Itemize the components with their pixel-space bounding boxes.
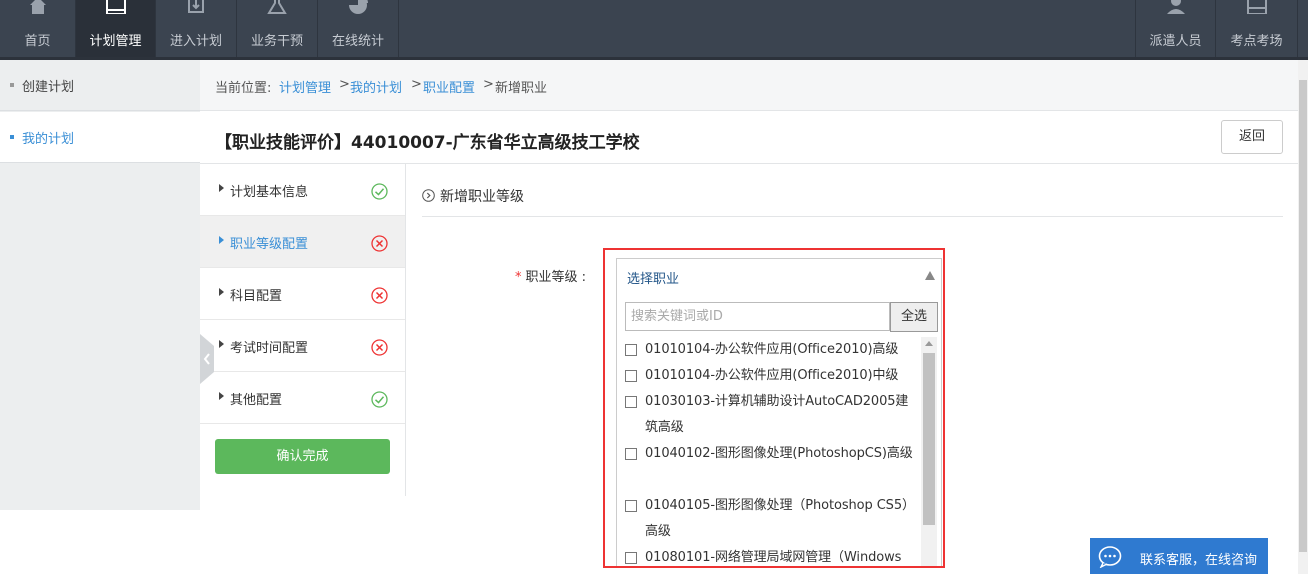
left-menu-my-plans-label: 我的计划 — [22, 132, 75, 147]
field-label-suffix: : — [581, 270, 587, 285]
step-subject-config[interactable]: 科目配置 — [200, 268, 405, 320]
back-button[interactable]: 返回 — [1221, 120, 1283, 154]
divider — [422, 216, 1283, 217]
exam-room-icon — [1246, 0, 1267, 14]
page-scrollbar[interactable] — [1298, 60, 1308, 574]
left-menu: 创建计划 我的计划 — [0, 60, 200, 510]
required-marker: * — [515, 270, 522, 285]
chat-bubble-icon — [1098, 546, 1122, 568]
field-label-occupation-level: * 职业等级 : — [515, 266, 586, 285]
nav-exam-room-label: 考点考场 — [1230, 34, 1283, 49]
highlight-frame — [603, 248, 945, 568]
check-circle-icon — [371, 183, 388, 200]
step-level-config[interactable]: 职业等级配置 — [200, 216, 405, 268]
step-label: 考试时间配置 — [230, 341, 309, 356]
caret-right-icon — [219, 236, 224, 244]
breadcrumb-separator: > — [411, 77, 422, 92]
step-basic-info[interactable]: 计划基本信息 — [200, 164, 405, 216]
top-nav-bar: 首页 计划管理 进入计划 业务干预 在线统计 派遣人员 考点考场 — [0, 0, 1308, 60]
error-circle-icon — [371, 235, 388, 252]
error-circle-icon — [371, 287, 388, 304]
nav-online-stats-label: 在线统计 — [331, 34, 384, 49]
caret-right-icon — [219, 392, 224, 400]
collapse-sidebar-icon[interactable] — [200, 334, 214, 384]
nav-plan-management[interactable]: 计划管理 — [76, 0, 156, 57]
home-icon — [29, 0, 46, 14]
page-title: 【职业技能评价】44010007-广东省华立高级技工学校 — [215, 133, 640, 153]
nav-business-intervention-label: 业务干预 — [250, 34, 303, 49]
section-title: 新增职业等级 — [422, 186, 524, 206]
flask-icon — [267, 0, 287, 14]
step-other-config[interactable]: 其他配置 — [200, 372, 405, 424]
caret-right-icon — [219, 184, 224, 192]
step-label: 科目配置 — [230, 289, 283, 304]
nav-dispatch-staff-label: 派遣人员 — [1149, 34, 1202, 49]
breadcrumb-separator: > — [483, 77, 494, 92]
nav-home-label: 首页 — [24, 34, 51, 49]
check-circle-icon — [371, 391, 388, 408]
calendar-icon — [105, 0, 126, 14]
online-support-label: 联系客服，在线咨询 — [1140, 553, 1258, 568]
left-menu-my-plans[interactable]: 我的计划 — [0, 112, 200, 163]
breadcrumb-link-plan-management[interactable]: 计划管理 — [279, 77, 331, 96]
step-exam-time-config[interactable]: 考试时间配置 — [200, 320, 405, 372]
left-menu-create-plan-label: 创建计划 — [22, 80, 75, 95]
nav-business-intervention[interactable]: 业务干预 — [237, 0, 318, 57]
breadcrumb-link-occupation-config[interactable]: 职业配置 — [423, 77, 475, 96]
breadcrumb: 当前位置: 计划管理 > 我的计划 > 职业配置 > 新增职业 — [200, 60, 1300, 111]
scrollbar-thumb[interactable] — [1299, 80, 1307, 552]
user-icon — [1166, 0, 1185, 14]
chevron-circle-icon — [422, 189, 435, 202]
step-label: 其他配置 — [230, 393, 283, 408]
breadcrumb-prefix: 当前位置: — [215, 81, 272, 96]
confirm-complete-button[interactable]: 确认完成 — [215, 439, 390, 474]
nav-enter-plan-label: 进入计划 — [169, 34, 222, 49]
error-circle-icon — [371, 339, 388, 356]
breadcrumb-current: 新增职业 — [495, 81, 548, 96]
bullet-icon — [10, 83, 14, 87]
nav-enter-plan[interactable]: 进入计划 — [156, 0, 237, 57]
step-label: 计划基本信息 — [230, 185, 309, 200]
enter-plan-icon — [188, 0, 204, 13]
bullet-icon — [10, 135, 14, 139]
pie-chart-icon — [349, 0, 368, 14]
section-title-text: 新增职业等级 — [440, 189, 524, 205]
breadcrumb-link-my-plans[interactable]: 我的计划 — [350, 77, 402, 96]
left-menu-create-plan[interactable]: 创建计划 — [0, 60, 200, 111]
nav-home[interactable]: 首页 — [0, 0, 76, 57]
caret-right-icon — [219, 288, 224, 296]
nav-dispatch-staff[interactable]: 派遣人员 — [1135, 0, 1216, 57]
nav-exam-room[interactable]: 考点考场 — [1216, 0, 1298, 57]
online-support-button[interactable]: 联系客服，在线咨询 — [1090, 538, 1268, 574]
step-label: 职业等级配置 — [230, 237, 309, 252]
nav-online-stats[interactable]: 在线统计 — [318, 0, 399, 57]
caret-right-icon — [219, 340, 224, 348]
breadcrumb-separator: > — [339, 77, 350, 92]
nav-plan-management-label: 计划管理 — [89, 34, 142, 49]
field-label-text: 职业等级 — [525, 270, 578, 285]
